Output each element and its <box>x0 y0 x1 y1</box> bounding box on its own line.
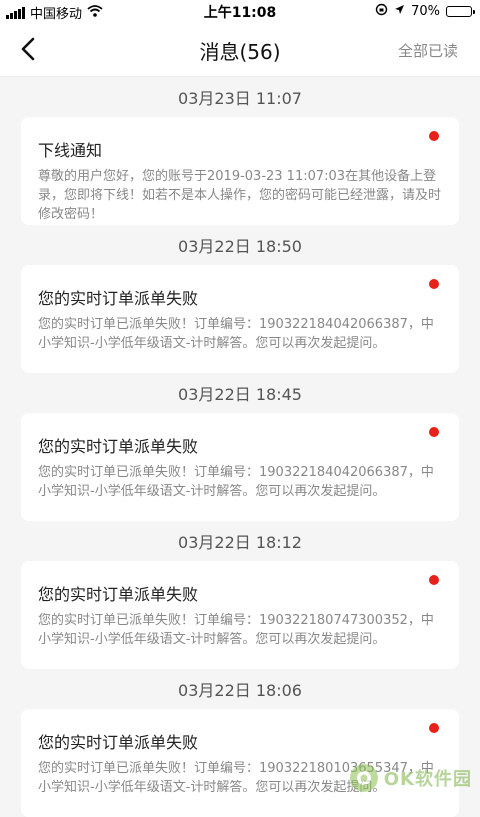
date-header: 03月23日 11:07 <box>178 89 302 108</box>
message-list: 03月23日 11:07 下线通知 尊敬的用户您好，您的账号于2019-03-2… <box>0 77 480 817</box>
watermark-logo-icon <box>349 764 378 792</box>
unread-dot <box>429 131 439 141</box>
message-body: 您的实时订单已派单失败！订单编号：190322184042066387，中小学知… <box>38 317 434 351</box>
message-title: 下线通知 <box>38 141 103 160</box>
message-body: 尊敬的用户您好，您的账号于2019-03-23 11:07:03在其他设备上登录… <box>38 169 442 222</box>
location-icon <box>394 4 405 19</box>
watermark: OK软件园 <box>348 762 472 794</box>
unread-dot <box>429 279 439 289</box>
battery-percent: 70% <box>411 4 440 19</box>
message-title: 您的实时订单派单失败 <box>38 289 199 308</box>
date-header: 03月22日 18:50 <box>178 237 302 256</box>
date-header: 03月22日 18:45 <box>178 385 302 404</box>
message-title: 您的实时订单派单失败 <box>38 585 199 604</box>
status-bar: 中国移动 上午11:08 70% <box>0 0 480 22</box>
unread-dot <box>429 575 439 585</box>
date-header: 03月22日 18:06 <box>178 681 302 700</box>
message-card[interactable]: 您的实时订单派单失败 您的实时订单已派单失败！订单编号：190322184042… <box>21 413 459 521</box>
message-title: 您的实时订单派单失败 <box>38 733 199 752</box>
status-right: 70% <box>375 3 475 20</box>
unread-dot <box>429 723 439 733</box>
message-body: 您的实时订单已派单失败！订单编号：190322184042066387，中小学知… <box>38 465 434 499</box>
unread-dot <box>429 427 439 437</box>
date-header: 03月22日 18:12 <box>178 533 302 552</box>
nav-bar: 消息(56) 全部已读 <box>0 22 480 77</box>
battery-icon <box>446 6 475 17</box>
message-card[interactable]: 下线通知 尊敬的用户您好，您的账号于2019-03-23 11:07:03在其他… <box>21 117 459 225</box>
message-body: 您的实时订单已派单失败！订单编号：190322180747300352，中小学知… <box>38 613 434 647</box>
message-title: 您的实时订单派单失败 <box>38 437 199 456</box>
message-card[interactable]: 您的实时订单派单失败 您的实时订单已派单失败！订单编号：190322180747… <box>21 561 459 669</box>
mark-all-read-button[interactable]: 全部已读 <box>398 40 458 61</box>
watermark-text: OK软件园 <box>383 769 472 790</box>
message-card[interactable]: 您的实时订单派单失败 您的实时订单已派单失败！订单编号：190322184042… <box>21 265 459 373</box>
rotation-lock-icon <box>375 3 388 20</box>
